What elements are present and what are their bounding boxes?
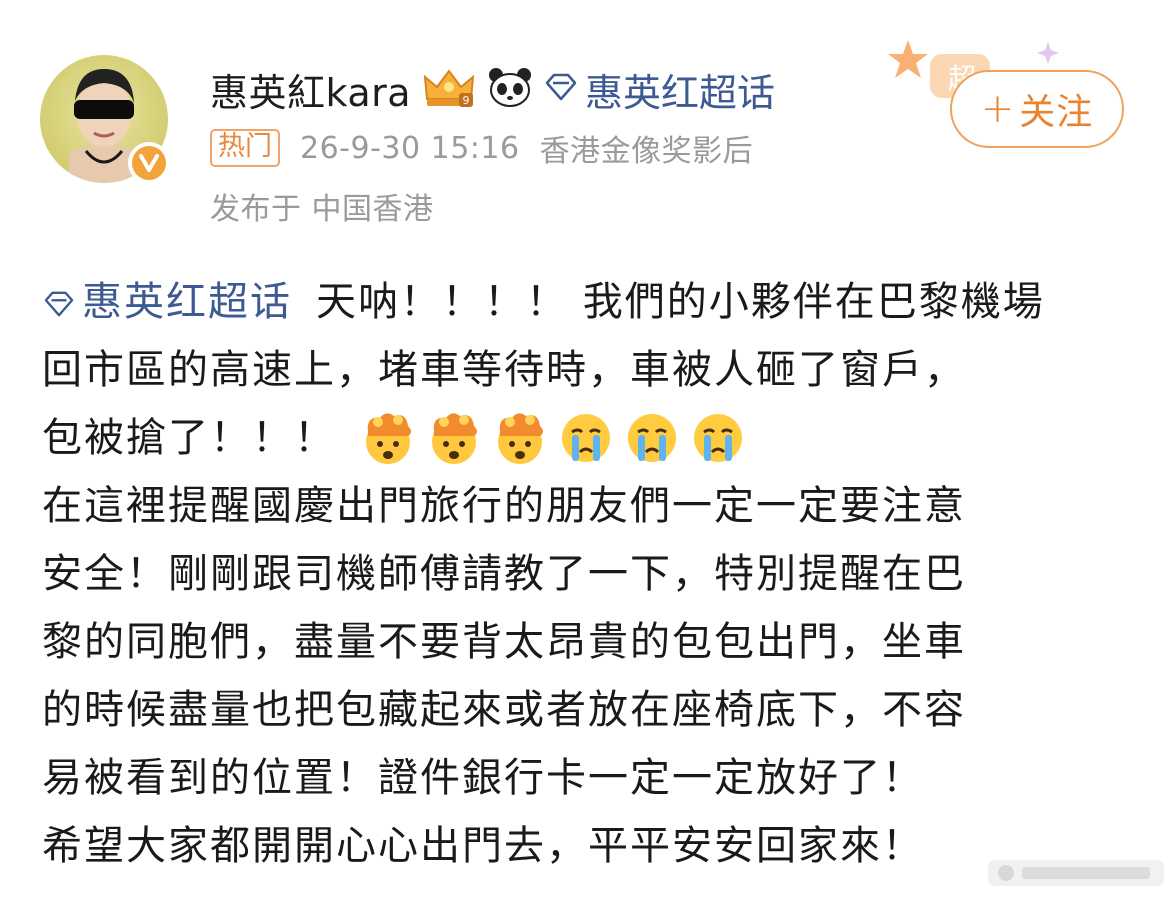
exploding-head-emoji-icon [492,410,548,466]
watermark-icon [988,858,1164,892]
follow-button[interactable]: + 关注 [950,70,1124,148]
post-location: 发布于 中国香港 [210,192,434,227]
crying-face-emoji-icon [558,410,614,466]
username[interactable]: 惠英紅kara [210,62,411,117]
svg-text:9: 9 [463,94,470,107]
supertopic-diamond-icon [543,72,579,106]
plus-icon: + [980,86,1016,132]
post-line: 黎的同胞們，盡量不要背太昂貴的包包出門，坐車 [42,619,966,665]
post-line: 安全！剛剛跟司機師傅請教了一下，特別提醒在巴 [42,551,966,597]
follow-label: 关注 [1019,92,1094,133]
meta-row: 热门 26-9-30 15:16 香港金像奖影后 [210,128,754,169]
post-text: 天呐！！！！ 我們的小夥伴在巴黎機場 [316,279,1045,325]
crying-face-emoji-icon [690,410,746,466]
post-line: 在這裡提醒國慶出門旅行的朋友們一定一定要注意 [42,483,966,529]
user-title: 香港金像奖影后 [539,134,754,169]
hot-tag: 热门 [210,129,280,167]
post-text: 包被搶了！！！ [42,415,336,461]
post-line: 易被看到的位置！證件銀行卡一定一定放好了！ [42,755,924,801]
crying-face-emoji-icon [624,410,680,466]
vip-crown-icon[interactable]: 9 [421,65,477,113]
post-line: 惠英红超话 天呐！！！！ 我們的小夥伴在巴黎機場 [42,268,1132,336]
post-body: 惠英红超话 天呐！！！！ 我們的小夥伴在巴黎機場 回市區的高速上，堵車等待時，車… [42,268,1132,880]
post-line: 希望大家都開開心心出門去，平平安安回家來！ [42,823,924,869]
post-timestamp: 26-9-30 15:16 [300,130,520,166]
post-line: 包被搶了！！！ [42,404,1132,472]
supertopic-diamond-icon [42,268,82,336]
post-supertopic-link[interactable]: 惠英红超话 [82,268,292,336]
panda-icon[interactable] [487,65,533,113]
verified-badge-icon [128,142,170,184]
supertopic-link[interactable]: 惠英红超话 [585,62,775,117]
post-line: 回市區的高速上，堵車等待時，車被人砸了窗戶， [42,347,966,393]
exploding-head-emoji-icon [360,410,416,466]
name-row: 惠英紅kara 9 惠英红超话 [210,62,775,116]
post-line: 的時候盡量也把包藏起來或者放在座椅底下，不容 [42,687,966,733]
exploding-head-emoji-icon [426,410,482,466]
